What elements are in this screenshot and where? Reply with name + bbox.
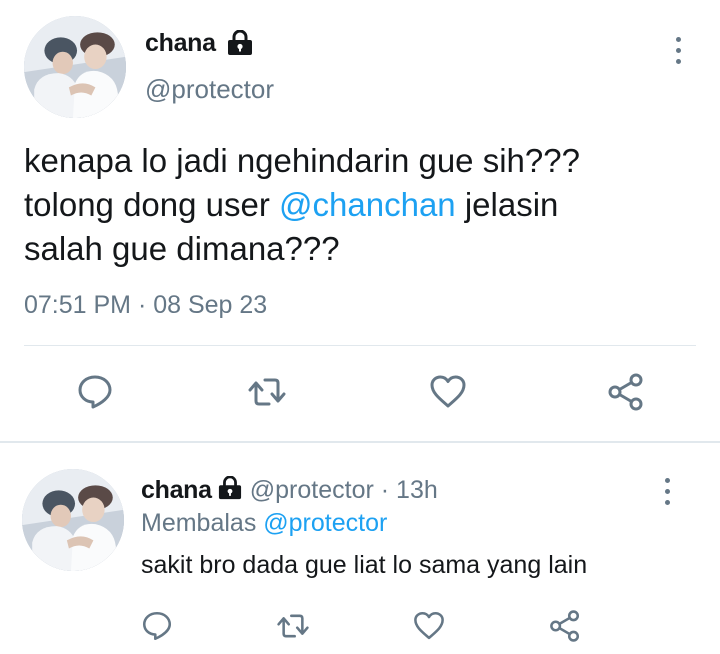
display-name[interactable]: chana: [145, 29, 216, 58]
mention-link[interactable]: @protector: [263, 509, 387, 537]
main-tweet: chana @protector kenapa lo jadi ngehinda…: [0, 0, 720, 440]
reply-header: chana @protector · 13h: [141, 476, 438, 505]
display-name[interactable]: chana: [141, 476, 212, 504]
divider: [24, 345, 696, 346]
username[interactable]: @protector: [145, 74, 274, 105]
like-icon[interactable]: [428, 372, 468, 412]
relative-time[interactable]: · 13h: [381, 476, 438, 504]
reply-icon[interactable]: [75, 372, 115, 412]
reply-icon[interactable]: [140, 609, 174, 643]
more-icon[interactable]: [657, 478, 677, 505]
avatar[interactable]: [24, 16, 126, 118]
action-bar: [0, 372, 720, 412]
more-icon[interactable]: [668, 37, 688, 64]
tweet-line: salah gue dimana???: [24, 230, 340, 267]
timestamp[interactable]: 07:51 PM · 08 Sep 23: [24, 291, 267, 320]
username[interactable]: @protector: [250, 476, 374, 504]
tweet-text-segment: tolong dong user: [24, 186, 280, 223]
like-icon[interactable]: [412, 609, 446, 643]
replying-label: Membalas: [141, 509, 264, 537]
replying-to: Membalas @protector: [141, 509, 387, 538]
avatar[interactable]: [22, 469, 124, 571]
share-icon[interactable]: [606, 372, 646, 412]
reply-text: sakit bro dada gue liat lo sama yang lai…: [141, 551, 588, 579]
lock-icon: [225, 30, 255, 56]
lock-icon: [216, 476, 244, 500]
tweet-line: kenapa lo jadi ngehindarin gue sih???: [24, 142, 580, 179]
action-bar: [0, 609, 720, 643]
share-icon[interactable]: [548, 609, 582, 643]
tweet-text-segment: jelasin: [455, 186, 559, 223]
reply-tweet[interactable]: chana @protector · 13h Membalas @protecto…: [0, 443, 720, 654]
retweet-icon[interactable]: [247, 372, 287, 412]
tweet-line: tolong dong user @chanchan jelasin: [24, 183, 704, 227]
retweet-icon[interactable]: [276, 609, 310, 643]
tweet-text: kenapa lo jadi ngehindarin gue sih??? to…: [24, 139, 704, 271]
mention-link[interactable]: @chanchan: [279, 186, 456, 223]
